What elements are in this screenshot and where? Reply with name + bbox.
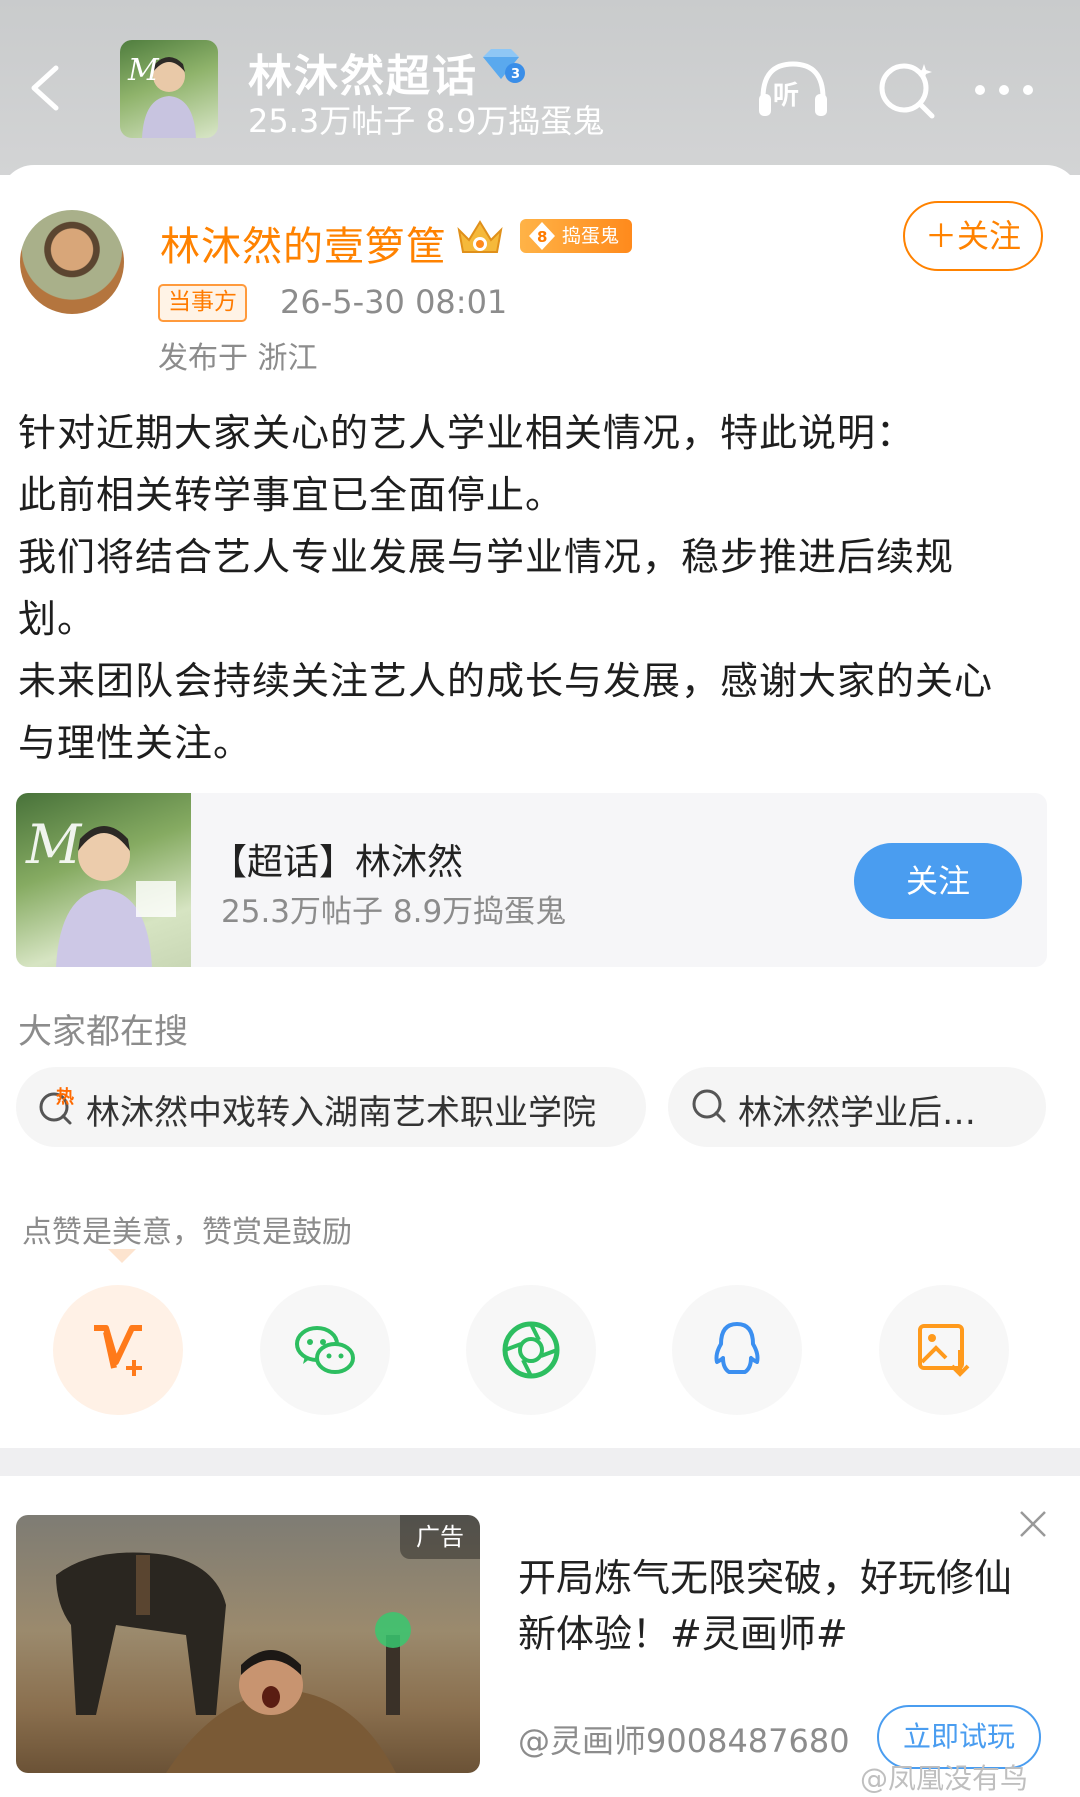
- moments-icon: [502, 1321, 560, 1379]
- hot-badge: 热: [56, 1086, 74, 1108]
- topic-stats: 25.3万帖子 8.9万捣蛋鬼: [248, 102, 605, 140]
- share-prompt: 点赞是美意，赞赏是鼓励: [22, 1215, 352, 1250]
- svg-text:3: 3: [511, 67, 520, 82]
- share-qq-button[interactable]: [672, 1285, 802, 1415]
- save-image-icon: [918, 1324, 970, 1377]
- topic-avatar[interactable]: M: [120, 40, 218, 138]
- search-suggestion-text: 林沐然学业后…: [738, 1093, 976, 1133]
- post-body-line: 未来团队会持续关注艺人的成长与发展，感谢大家的关心: [18, 659, 994, 703]
- super-topic-card[interactable]: M 【超话】林沐然 25.3万帖子 8.9万捣蛋鬼 关注: [16, 793, 1047, 967]
- search-suggestion-chip[interactable]: 热 林沐然中戏转入湖南艺术职业学院: [16, 1067, 646, 1147]
- back-icon[interactable]: [18, 58, 78, 118]
- wechat-icon: [295, 1326, 355, 1374]
- ad-tag: 广告: [400, 1515, 480, 1559]
- qq-icon: [714, 1322, 760, 1374]
- super-topic-stats: 25.3万帖子 8.9万捣蛋鬼: [221, 894, 567, 930]
- svg-text:M: M: [25, 813, 83, 876]
- super-topic-title: 【超话】林沐然: [211, 842, 464, 883]
- reward-button[interactable]: [53, 1285, 183, 1415]
- fan-level-number: 8: [537, 228, 547, 246]
- ad-image[interactable]: 广告: [16, 1515, 480, 1773]
- more-icon[interactable]: [968, 58, 1044, 122]
- watermark: @凤凰没有鸟: [860, 1762, 1029, 1795]
- post-body-line: 此前相关转学事宜已全面停止。: [18, 473, 565, 517]
- search-icon: [692, 1089, 726, 1123]
- close-icon[interactable]: [1017, 1508, 1049, 1540]
- search-suggestion-chip[interactable]: 林沐然学业后…: [668, 1067, 1046, 1147]
- fan-level-icon: 8: [529, 222, 555, 250]
- listen-label: 听: [773, 81, 799, 111]
- ad-account[interactable]: @灵画师9008487680: [518, 1716, 850, 1762]
- share-wechat-button[interactable]: [260, 1285, 390, 1415]
- post-location: 发布于 浙江: [158, 341, 318, 376]
- hot-search-icon: 热: [39, 1086, 74, 1125]
- save-image-button[interactable]: [879, 1285, 1009, 1415]
- post-body-line: 针对近期大家关心的艺人学业相关情况，特此说明：: [18, 411, 916, 455]
- post-body: 针对近期大家关心的艺人学业相关情况，特此说明： 此前相关转学事宜已全面停止。 我…: [18, 402, 1062, 774]
- headphone-listen-icon[interactable]: 听: [755, 58, 831, 122]
- pointer-arrow-icon: [108, 1249, 136, 1263]
- svg-text:M: M: [127, 53, 160, 88]
- author-name[interactable]: 林沐然的壹箩筐: [160, 214, 447, 272]
- ad-title[interactable]: 开局炼气无限突破，好玩修仙新体验！#灵画师#: [518, 1550, 1038, 1662]
- section-divider: [0, 1448, 1080, 1476]
- topic-title: 林沐然超话: [248, 51, 478, 102]
- post-body-line: 我们将结合艺人专业发展与学业情况，稳步推进后续规: [18, 535, 955, 579]
- post-body-line: 划。: [18, 597, 97, 641]
- post-timestamp: 26-5-30 08:01: [280, 283, 508, 321]
- search-heading: 大家都在搜: [18, 1012, 188, 1052]
- diamond-level-icon: 3: [483, 49, 525, 83]
- fan-badge-label: 捣蛋鬼: [562, 225, 620, 247]
- super-topic-image: M: [16, 793, 191, 967]
- follow-topic-button[interactable]: 关注: [854, 843, 1022, 919]
- reward-icon: [94, 1325, 142, 1376]
- author-avatar[interactable]: [20, 210, 124, 314]
- search-icon[interactable]: [870, 58, 946, 122]
- follow-author-button[interactable]: ＋关注: [903, 201, 1043, 271]
- party-tag: 当事方: [158, 284, 247, 322]
- post-body-line: 与理性关注。: [18, 721, 253, 765]
- search-suggestion-text: 林沐然中戏转入湖南艺术职业学院: [86, 1093, 596, 1133]
- fan-level-badge: 8 捣蛋鬼: [520, 219, 632, 253]
- crown-vip-icon: [457, 220, 503, 253]
- share-moments-button[interactable]: [466, 1285, 596, 1415]
- topic-header: M 林沐然超话 3 25.3万帖子 8.9万捣蛋鬼 听: [0, 0, 1080, 175]
